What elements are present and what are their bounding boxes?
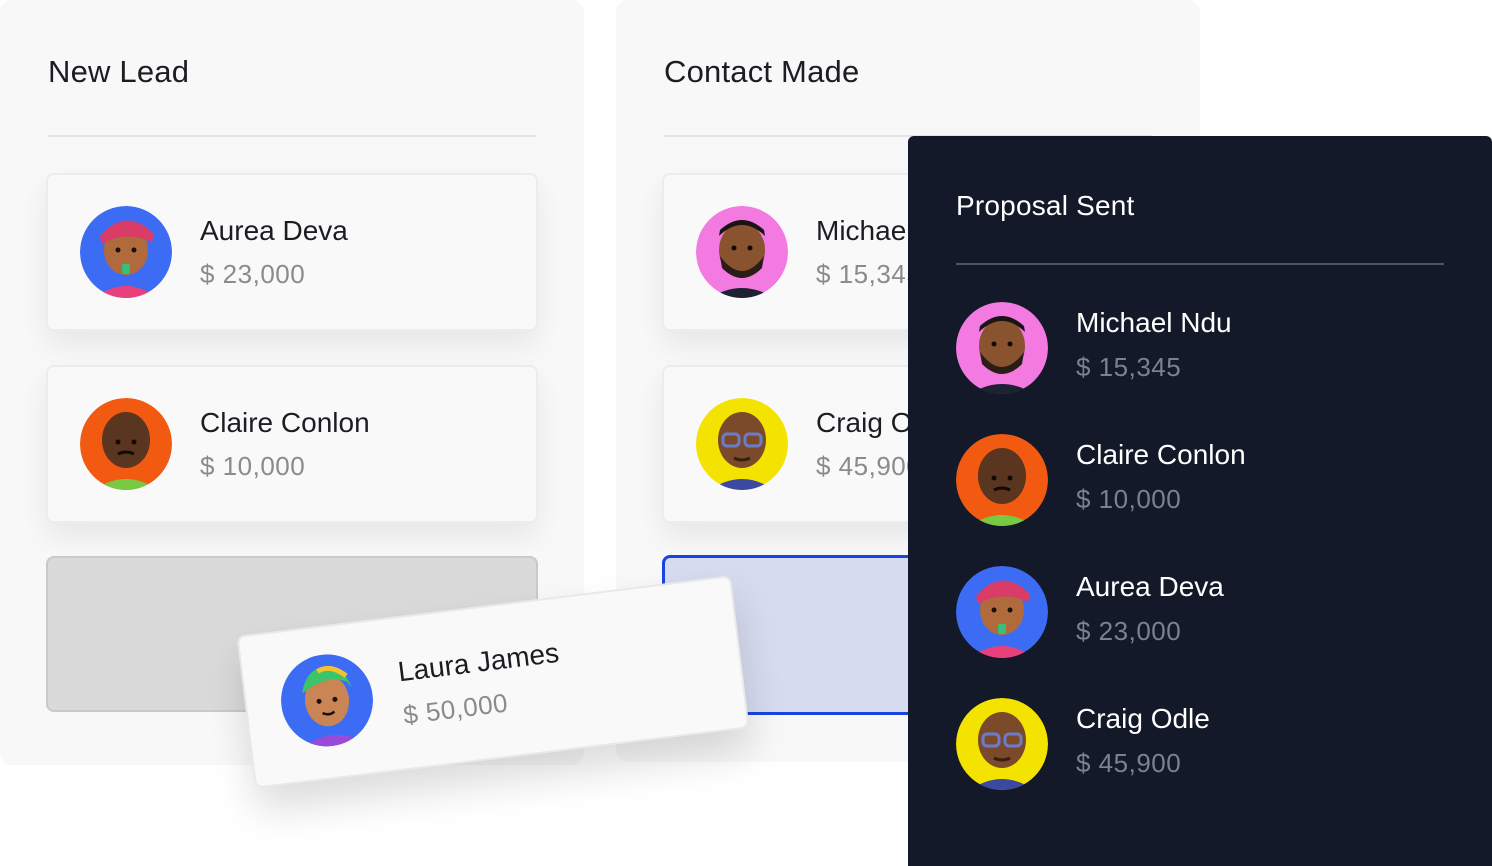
avatar bbox=[956, 434, 1048, 526]
avatar bbox=[80, 398, 172, 490]
list-item-aurea-deva[interactable]: Aurea Deva $ 23,000 bbox=[956, 566, 1444, 666]
list-item-claire-conlon[interactable]: Claire Conlon $ 10,000 bbox=[956, 434, 1444, 534]
column-proposal-sent: Proposal Sent Michael Ndu $ 15,345 Clair… bbox=[908, 136, 1492, 866]
column-title: New Lead bbox=[48, 54, 190, 89]
list-item-michael-ndu[interactable]: Michael Ndu $ 15,345 bbox=[956, 302, 1444, 402]
lead-card-aurea-deva[interactable]: Aurea Deva $ 23,000 bbox=[46, 173, 538, 331]
column-divider bbox=[48, 135, 536, 137]
column-title: Proposal Sent bbox=[956, 190, 1135, 221]
lead-amount: $ 23,000 bbox=[200, 259, 306, 289]
lead-name: Aurea Deva bbox=[1076, 571, 1224, 602]
lead-amount: $ 50,000 bbox=[401, 687, 510, 731]
avatar bbox=[956, 566, 1048, 658]
lead-name: Michael Ndu bbox=[1076, 307, 1232, 338]
lead-name: Laura James bbox=[396, 636, 561, 688]
lead-amount: $ 23,000 bbox=[1076, 616, 1182, 646]
avatar bbox=[276, 649, 379, 752]
lead-amount: $ 15,345 bbox=[816, 259, 922, 289]
lead-card-claire-conlon[interactable]: Claire Conlon $ 10,000 bbox=[46, 365, 538, 523]
avatar bbox=[80, 206, 172, 298]
lead-amount: $ 45,900 bbox=[1076, 748, 1182, 778]
lead-amount: $ 10,000 bbox=[200, 451, 306, 481]
column-divider bbox=[956, 263, 1444, 265]
lead-amount: $ 15,345 bbox=[1076, 352, 1182, 382]
lead-name: Claire Conlon bbox=[1076, 439, 1246, 470]
avatar bbox=[956, 698, 1048, 790]
lead-name: Aurea Deva bbox=[200, 215, 348, 246]
lead-amount: $ 45,900 bbox=[816, 451, 922, 481]
lead-name: Craig Odle bbox=[1076, 703, 1210, 734]
lead-name: Claire Conlon bbox=[200, 407, 370, 438]
avatar bbox=[696, 398, 788, 490]
lead-amount: $ 10,000 bbox=[1076, 484, 1182, 514]
list-item-craig-odle[interactable]: Craig Odle $ 45,900 bbox=[956, 698, 1444, 798]
column-title: Contact Made bbox=[664, 54, 860, 89]
avatar bbox=[696, 206, 788, 298]
avatar bbox=[956, 302, 1048, 394]
